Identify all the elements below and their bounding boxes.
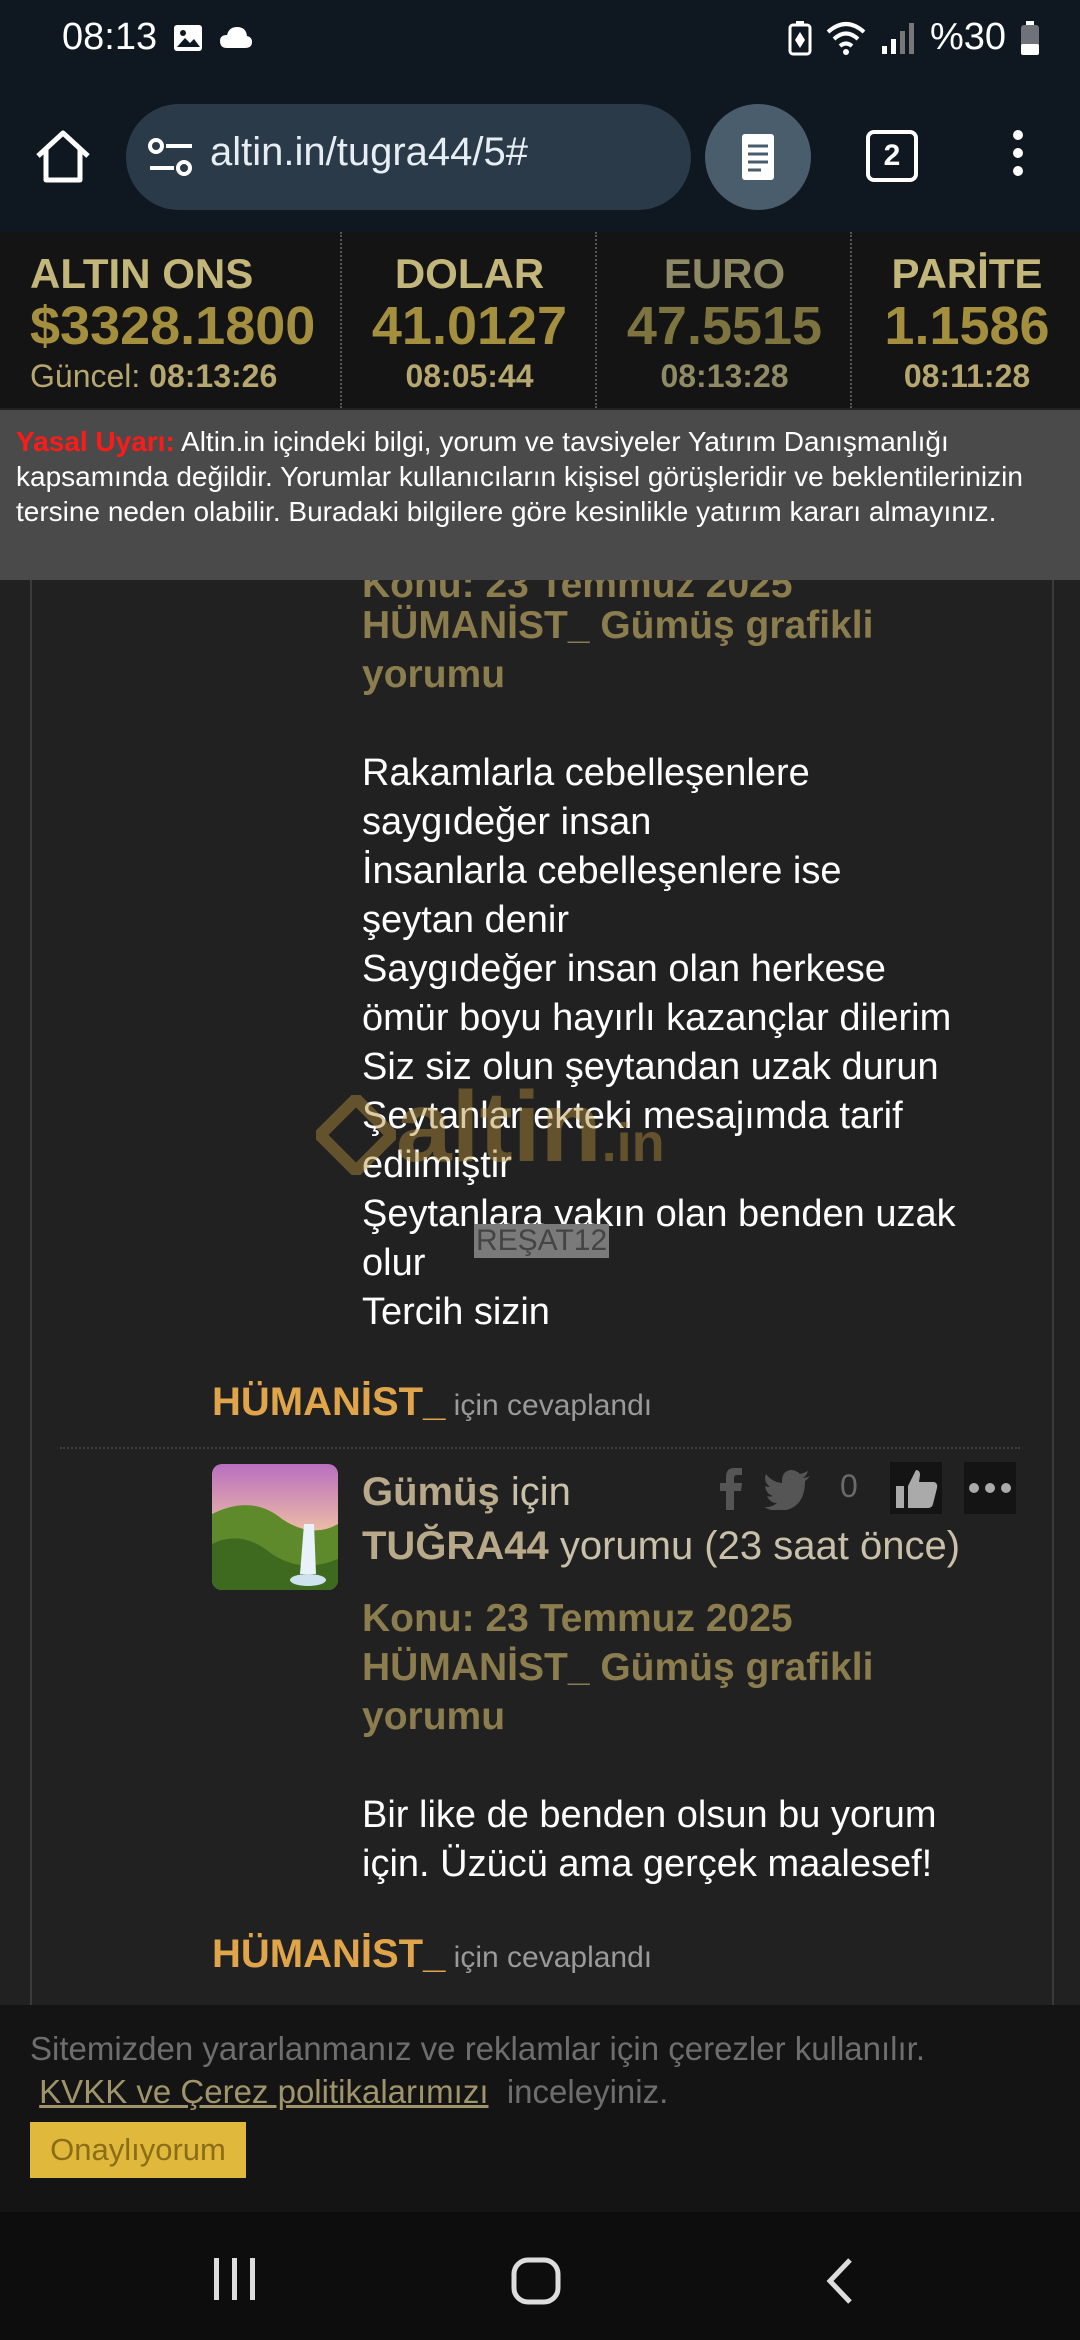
comment-category[interactable]: Gümüş xyxy=(362,1470,500,1514)
ticker-value: $3328.1800 xyxy=(30,296,316,356)
wifi-icon xyxy=(826,21,866,55)
legal-warning: Yasal Uyarı: Altin.in içindeki bilgi, yo… xyxy=(0,410,1080,580)
post-body: Bir like de benden olsun bu yorum için. … xyxy=(362,1791,937,1889)
post-body-line: şeytan denir xyxy=(362,899,570,941)
thumbs-up-icon xyxy=(896,1470,938,1508)
reply-indicator: HÜMANİST_ için cevaplandı xyxy=(212,1932,652,1977)
ticker-value: 1.1586 xyxy=(884,296,1050,356)
comment-divider xyxy=(60,1447,1020,1449)
post-body: Rakamlarla cebelleşenlere saygıdeğer ins… xyxy=(362,749,956,1337)
cookie-banner: Sitemizden yararlanmanız ve reklamlar iç… xyxy=(0,2005,1080,2212)
reply-username[interactable]: HÜMANİST_ xyxy=(212,1380,445,1424)
ticker-label: DOLAR xyxy=(394,250,545,297)
cookie-policy-link[interactable]: KVKK ve Çerez politikalarımızı xyxy=(39,2073,488,2110)
system-nav-bar xyxy=(0,2212,1080,2340)
ticker-label: EURO xyxy=(663,250,786,297)
cookie-text-line2: inceleyiniz. xyxy=(506,2073,669,2110)
post-body-line: Rakamlarla cebelleşenlere xyxy=(362,752,810,794)
reader-mode-button[interactable] xyxy=(705,104,811,210)
ticker-value: 41.0127 xyxy=(371,296,568,356)
reply-suffix: için cevaplandı xyxy=(445,1389,653,1422)
avatar[interactable] xyxy=(212,1464,338,1590)
ticker-label: PARİTE xyxy=(891,250,1043,297)
ticker-time: 08:11:28 xyxy=(903,358,1031,394)
ticker-time-prefix: Güncel: xyxy=(30,358,150,394)
site-watermark: altin.in xyxy=(311,1070,746,1183)
price-ticker: ALTIN ONS $3328.1800 Güncel: 08:13:26 DO… xyxy=(0,232,1080,408)
battery-saver-icon xyxy=(788,20,812,55)
legal-warning-label: Yasal Uyarı: xyxy=(16,426,175,457)
post-body-line: olur xyxy=(362,1242,426,1284)
post-body-line: İnsanlarla cebelleşenlere ise xyxy=(362,850,842,892)
recent-apps-icon[interactable] xyxy=(210,2256,260,2302)
comment-author-line: TUĞRA44 yorumu (23 saat önce) xyxy=(362,1524,960,1569)
ticker-value: 47.5515 xyxy=(626,296,823,356)
ticker-dollar[interactable]: DOLAR 41.0127 08:05:44 xyxy=(340,232,597,408)
status-bar: 08:13 %30 xyxy=(0,0,1080,84)
comment-options-button[interactable] xyxy=(964,1462,1016,1514)
post-topic-title[interactable]: HÜMANİST_ Gümüş grafikli xyxy=(362,1643,873,1692)
ticker-parity[interactable]: PARİTE 1.1586 08:11:28 xyxy=(850,232,1080,408)
tabs-icon[interactable]: 2 xyxy=(866,130,918,182)
post-body-line: Tercih sizin xyxy=(362,1291,550,1333)
site-settings-icon[interactable] xyxy=(146,134,196,180)
reply-indicator: HÜMANİST_ için cevaplandı xyxy=(212,1380,652,1425)
comment-category-line: Gümüş için xyxy=(362,1470,571,1515)
home-nav-icon[interactable] xyxy=(510,2256,562,2306)
battery-icon xyxy=(1021,20,1039,55)
more-options-icon xyxy=(969,1483,1011,1493)
cloud-icon xyxy=(220,27,252,48)
cookie-text-line1: Sitemizden yararlanmanız ve reklamlar iç… xyxy=(30,2030,925,2067)
ticker-time: 08:13:28 xyxy=(660,358,789,394)
twitter-icon[interactable] xyxy=(764,1470,812,1510)
post-topic[interactable]: Konu: 23 Temmuz 2025 xyxy=(362,1594,793,1643)
diamond-logo-icon xyxy=(311,1090,401,1180)
post-body-line: ömür boyu hayırlı kazançlar dilerim xyxy=(362,997,952,1039)
post-topic-label: Konu: xyxy=(362,1597,486,1640)
back-icon[interactable] xyxy=(822,2256,858,2306)
url-bar[interactable]: altin.in/tugra44/5# xyxy=(126,104,691,210)
post-topic-title[interactable]: HÜMANİST_ Gümüş grafikli xyxy=(362,601,873,650)
browser-toolbar: altin.in/tugra44/5# 2 xyxy=(0,84,1080,234)
url-text[interactable]: altin.in/tugra44/5# xyxy=(210,130,528,175)
comment-author[interactable]: TUĞRA44 xyxy=(362,1524,549,1568)
reply-username[interactable]: HÜMANİST_ xyxy=(212,1932,445,1976)
like-button[interactable] xyxy=(890,1462,942,1514)
post-topic-title-cont[interactable]: yorumu xyxy=(362,1692,505,1741)
comment-category-suffix: için xyxy=(499,1470,571,1514)
reply-suffix: için cevaplandı xyxy=(445,1941,653,1974)
cookie-text: Sitemizden yararlanmanız ve reklamlar iç… xyxy=(30,2027,925,2113)
post-body-line: Bir like de benden olsun bu yorum xyxy=(362,1794,937,1836)
ticker-label: ALTIN ONS xyxy=(30,250,254,297)
post-topic-title-cont[interactable]: yorumu xyxy=(362,650,505,699)
post-body-line: için. Üzücü ama gerçek maalesef! xyxy=(362,1843,933,1885)
status-time: 08:13 xyxy=(62,16,158,58)
overlay-username: REŞAT12 xyxy=(474,1224,610,1258)
watermark-suffix: .in xyxy=(601,1113,665,1173)
watermark-text: altin xyxy=(396,1071,602,1183)
accept-cookies-button[interactable]: Onaylıyorum xyxy=(30,2122,246,2178)
comment-timestamp: yorumu (23 saat önce) xyxy=(548,1524,961,1568)
like-count: 0 xyxy=(840,1468,858,1504)
gallery-icon xyxy=(174,25,202,51)
ticker-time: 08:05:44 xyxy=(405,358,534,394)
post-topic-date: 23 Temmuz 2025 xyxy=(485,1597,793,1640)
post-body-line: saygıdeğer insan xyxy=(362,801,652,843)
reader-mode-icon xyxy=(742,134,774,180)
post-body-line: Saygıdeğer insan olan herkese xyxy=(362,948,886,990)
facebook-icon[interactable] xyxy=(714,1464,746,1512)
home-icon[interactable] xyxy=(30,124,96,190)
battery-percent: %30 xyxy=(929,16,1006,58)
more-menu-icon[interactable] xyxy=(1000,124,1036,194)
ticker-gold-ounce[interactable]: ALTIN ONS $3328.1800 Güncel: 08:13:26 xyxy=(0,232,340,408)
signal-icon xyxy=(881,22,914,54)
ticker-euro[interactable]: EURO 47.5515 08:13:28 xyxy=(595,232,852,408)
ticker-time: 08:13:26 xyxy=(149,358,278,394)
post-body-line: Şeytanlara yakın olan benden uzak xyxy=(362,1193,956,1235)
